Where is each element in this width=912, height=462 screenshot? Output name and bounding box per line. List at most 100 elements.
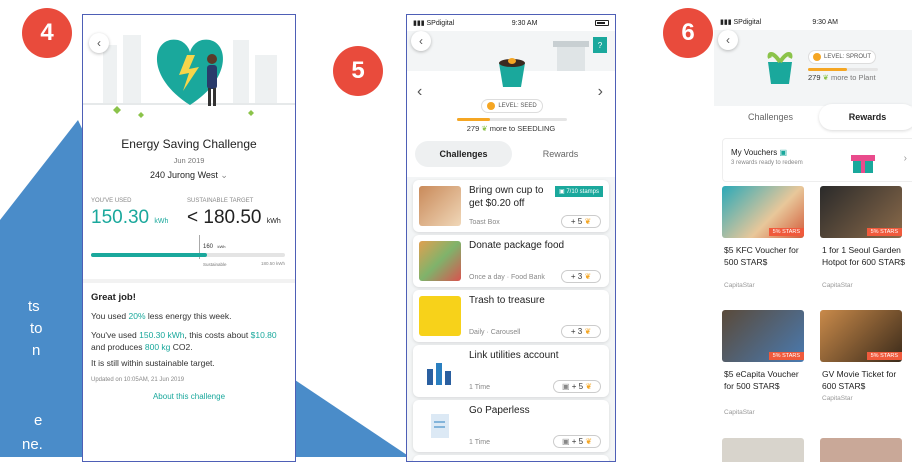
summary-line-1: You used 20% less energy this week. [91,311,291,321]
back-button[interactable]: ‹ [411,31,431,51]
level-label: LEVEL: SPROUT [823,54,871,60]
updated-timestamp: Updated on 10:05AM, 21 Jun 2019 [91,377,185,383]
stamps-badge: ▣ 7/10 stamps [554,186,603,197]
marker-value: 160 [203,244,214,250]
bar-end-label: 180.50 kWh [260,261,285,266]
target-number: < 180.50 [187,207,262,228]
voucher-title[interactable]: GV Movie Ticket for 600 STAR$ [822,368,906,392]
stars-tag: 5% STARS [866,228,902,236]
address-label: 240 Jurong West [150,170,218,180]
voucher-image: 5% STARS [820,310,902,362]
challenge-card[interactable]: Trash to treasure Daily · Carousell + 3 … [413,290,609,342]
target-value: < 180.50 kWh [187,207,281,229]
tab-bar: Challenges Rewards [415,141,609,167]
utilities-chart-icon [427,363,451,385]
back-button[interactable]: ‹ [718,30,738,50]
voucher-image: 5% STARS [722,186,804,238]
voucher-brand: CapitaStar [724,409,755,416]
vouchers-banner[interactable]: My Vouchers ▣ 3 rewards ready to redeem … [722,138,912,182]
leaf-icon: ❦ [585,382,593,391]
line2-text-e: and produces [91,342,145,352]
side-text-1: ts [28,298,40,315]
stars-tag: 5% STARS [768,352,804,360]
voucher-brand: CapitaStar [822,282,853,289]
cup-image [419,186,461,226]
screen-challenges: ▮▮▮ SPdigital 9:30 AM ‹ ? ‹ › LEVEL: SEE… [406,14,616,462]
points-text: more to Plant [831,73,876,82]
voucher-title[interactable]: $5 eCapita Voucher for 500 STAR$ [724,368,808,392]
summary-line-2: You've used 150.30 kWh, this costs about… [91,329,291,353]
carrier-label: ▮▮▮ SPdigital [413,20,455,27]
time-label: 9:30 AM [511,19,538,27]
level-label: LEVEL: SEED [498,103,537,109]
challenge-card[interactable]: Donate package food Once a day · Food Ba… [413,235,609,287]
background-triangle-right [285,380,410,457]
tab-challenges[interactable]: Challenges [415,141,512,167]
voucher-title[interactable]: $5 KFC Voucher for 500 STAR$ [724,244,808,268]
line2-text-c: , this costs about [184,330,251,340]
side-text-4: e [34,412,43,429]
screen-rewards: ▮▮▮ SPdigital 9:30 AM ‹ LEVEL: SPROUT 27… [714,14,912,462]
used-label: YOU'VE USED [91,198,132,204]
status-bar: ▮▮▮ SPdigital 9:30 AM [407,15,615,31]
voucher-image: 5% STARS [820,186,902,238]
target-label: SUSTAINABLE TARGET [187,198,254,204]
stamp-icon: ▣ [561,382,572,391]
voucher-brand: CapitaStar [822,395,853,402]
points-count: 279 [808,73,821,82]
voucher-image: 5% STARS [722,310,804,362]
tab-rewards[interactable]: Rewards [819,104,912,130]
chevron-right-icon: › [903,153,907,164]
voucher-brand: CapitaStar [724,282,755,289]
side-text-3: n [32,342,41,359]
great-job-heading: Great job! [91,292,136,303]
challenge-card[interactable]: Bring own cup to get $0.20 off Toast Box… [413,180,609,232]
next-level-arrow[interactable]: › [598,83,603,101]
back-button[interactable]: ‹ [89,33,109,53]
carrier-label: ▮▮▮ SPdigital [720,19,762,26]
step-badge-4: 4 [22,8,72,58]
challenge-subtitle: Toast Box [469,219,500,226]
voucher-image-partial [820,438,902,462]
challenge-subtitle: 1 Time [469,384,491,391]
prev-level-arrow[interactable]: ‹ [417,83,422,101]
used-value: 150.30 kWh [91,207,168,229]
leaf-icon: ❦ [584,217,592,226]
challenge-card[interactable]: Go Paperless 1 Time ▣ + 5 ❦ [413,400,609,452]
chevron-down-icon: ⌄ [220,170,228,180]
about-challenge-link[interactable]: About this challenge [83,392,295,401]
points-pill: ▣ + 5 ❦ [553,380,601,393]
city-skyline-illustration [83,35,295,118]
challenge-title: Link utilities account [469,350,559,361]
points-to-next: 279 ❦ more to SEEDLING [407,124,615,133]
challenge-title: Bring own cup to get $0.20 off [469,185,544,209]
challenge-title: Donate package food [469,240,565,251]
tab-challenges[interactable]: Challenges [722,104,819,130]
points-count: 279 [466,124,480,133]
signal-icon: ▮▮▮ [413,20,427,27]
address-dropdown[interactable]: 240 Jurong West ⌄ [83,170,295,181]
paper-icon [431,414,449,438]
challenge-card-partial[interactable] [413,455,609,461]
used-unit: kWh [154,218,169,225]
points-pill: + 3 ❦ [561,325,601,338]
points-pill: + 3 ❦ [561,270,601,283]
voucher-title[interactable]: 1 for 1 Seoul Garden Hotpot for 600 STAR… [822,244,906,268]
tab-rewards[interactable]: Rewards [512,141,609,167]
points-text: more to SEEDLING [489,124,556,133]
step-badge-5: 5 [333,46,383,96]
kwh-used: 150.30 kWh [139,330,185,340]
level-progress-track [457,118,567,121]
points-pill: + 5 ❦ [561,215,601,228]
level-pill: LEVEL: SPROUT [808,50,876,64]
vouchers-subtitle: 3 rewards ready to redeem [731,160,803,166]
level-progress-track [808,68,878,71]
challenge-card[interactable]: Link utilities account 1 Time ▣ + 5 ❦ [413,345,609,397]
leaf-icon: ❦ [584,272,592,281]
challenge-title: Energy Saving Challenge [121,137,257,151]
marker-label: Sustainable [203,262,227,267]
leaf-icon: ❦ [584,327,592,336]
level-pill: LEVEL: SEED [481,99,543,113]
used-number: 150.30 [91,207,150,228]
target-unit: kWh [266,218,281,225]
